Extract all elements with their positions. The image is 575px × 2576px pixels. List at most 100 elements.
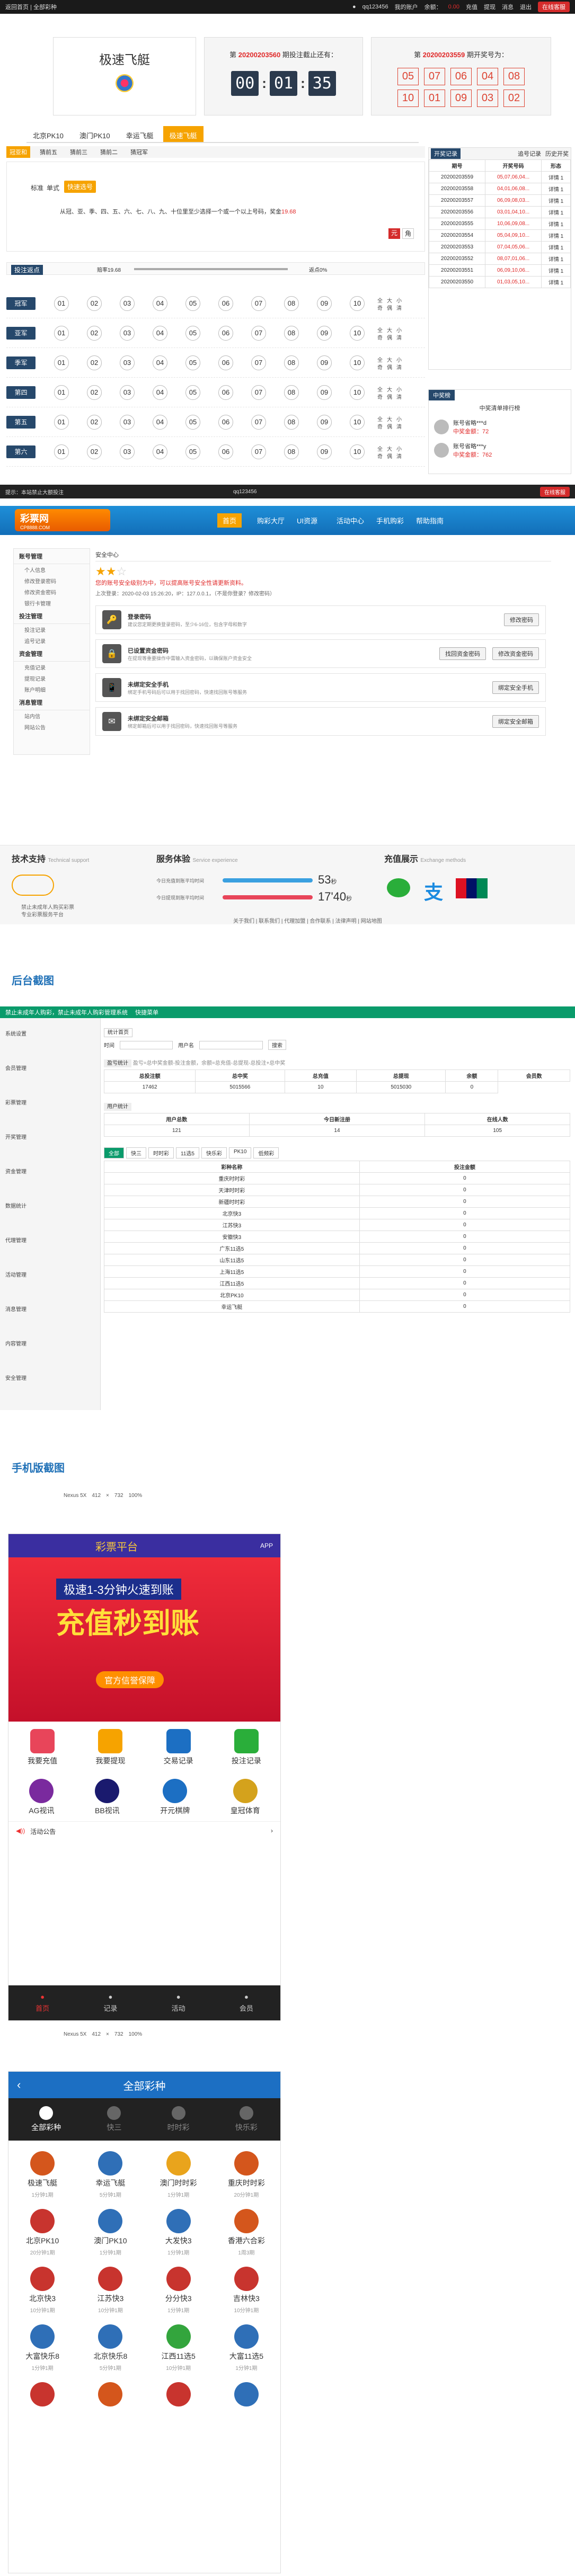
number-ball[interactable]: 01 <box>54 444 69 459</box>
number-ball[interactable]: 10 <box>350 385 365 400</box>
number-ball[interactable]: 04 <box>153 325 167 341</box>
lottery-item[interactable]: 极速飞艇 1分钟1期 <box>8 2151 76 2198</box>
history-tab[interactable]: 开奖记录 <box>431 148 461 159</box>
number-ball[interactable]: 07 <box>251 355 266 370</box>
number-ball[interactable]: 03 <box>120 444 135 459</box>
back-icon[interactable]: ‹ <box>17 2078 21 2092</box>
number-ball[interactable]: 06 <box>218 414 233 430</box>
number-ball[interactable]: 08 <box>284 296 299 311</box>
quick-pick-button[interactable]: 清 <box>394 422 404 430</box>
quick-pick-button[interactable]: 奇 <box>375 393 385 400</box>
site-logo[interactable]: 彩票网 CP8888.COM <box>15 509 110 531</box>
main-nav-item[interactable]: 手机购彩 <box>376 515 404 525</box>
quick-pick-button[interactable]: 偶 <box>385 422 394 430</box>
my-account-link[interactable]: 我的账户 <box>395 3 418 11</box>
play-subtab[interactable]: 猜前三 <box>67 146 91 158</box>
number-ball[interactable]: 05 <box>185 414 200 430</box>
standard-label[interactable]: 标准 <box>31 183 43 192</box>
quick-pick-button[interactable]: 偶 <box>385 304 394 311</box>
admin-menu-item[interactable]: 内容管理 <box>0 1339 100 1350</box>
quick-menu[interactable]: 快捷菜单 <box>135 1008 158 1017</box>
side-menu-item[interactable]: 账户明细 <box>14 684 90 695</box>
security-action-button[interactable]: 修改密码 <box>504 613 539 626</box>
number-ball[interactable]: 01 <box>54 325 69 341</box>
game-type-tab[interactable]: 快三 <box>126 1147 146 1158</box>
number-ball[interactable]: 10 <box>350 296 365 311</box>
number-ball[interactable]: 04 <box>153 355 167 370</box>
number-ball[interactable]: 01 <box>54 355 69 370</box>
quick-pick-button[interactable]: 清 <box>394 393 404 400</box>
lottery-item[interactable]: 香港六合彩 1周3期 <box>213 2209 280 2256</box>
lottery-tab[interactable]: 幸运飞艇 <box>120 126 160 142</box>
game-type-tab[interactable]: 全部 <box>104 1147 124 1158</box>
game-type-tab[interactable]: 11选5 <box>176 1147 199 1158</box>
username-input[interactable] <box>199 1040 263 1049</box>
side-menu-item[interactable]: 修改资金密码 <box>14 586 90 598</box>
top-links[interactable]: 返回首页 | 全部彩种 <box>5 3 57 11</box>
security-action-button[interactable]: 绑定安全邮箱 <box>492 715 539 728</box>
side-menu-item[interactable]: 个人信息 <box>14 564 90 575</box>
tabbar-item[interactable]: ● 活动 <box>172 1993 185 2013</box>
quick-pick-button[interactable]: 大 <box>385 296 394 304</box>
quick-pick-button[interactable]: 大 <box>385 415 394 423</box>
game-type-tab[interactable]: 快乐彩 <box>201 1147 227 1158</box>
lottery-item[interactable]: 分分快3 1分钟1期 <box>145 2267 213 2314</box>
number-ball[interactable]: 02 <box>87 414 102 430</box>
quick-pick-button[interactable]: 小 <box>394 326 404 334</box>
quick-pick-button[interactable]: 全 <box>375 296 385 304</box>
main-nav-item[interactable]: 帮助指南 <box>416 515 444 525</box>
admin-menu-item[interactable]: 会员管理 <box>0 1063 100 1074</box>
quick-action[interactable]: 我要提现 <box>95 1729 125 1766</box>
date-input[interactable] <box>120 1040 173 1049</box>
number-ball[interactable]: 06 <box>218 355 233 370</box>
number-ball[interactable]: 10 <box>350 444 365 459</box>
side-menu-item[interactable]: 提现记录 <box>14 673 90 684</box>
lottery-item[interactable]: 大富快乐8 1分钟1期 <box>8 2324 76 2372</box>
quick-pick-button[interactable]: 奇 <box>375 452 385 460</box>
game-type-tab[interactable]: PK10 <box>228 1147 252 1158</box>
play-subtab[interactable]: 猜前五 <box>37 146 60 158</box>
admin-menu-item[interactable]: 数据统计 <box>0 1201 100 1212</box>
bottom-service-button[interactable]: 在线客服 <box>540 486 570 497</box>
quick-pick-button[interactable]: 偶 <box>385 452 394 460</box>
quick-pick-button[interactable]: 大 <box>385 444 394 452</box>
side-menu-item[interactable]: 站内信 <box>14 710 90 721</box>
lottery-item[interactable]: 大富11选5 1分钟1期 <box>213 2324 280 2372</box>
number-ball[interactable]: 05 <box>185 444 200 459</box>
main-nav-item[interactable]: 购彩大厅 <box>257 515 285 525</box>
recharge-link[interactable]: 充值 <box>466 3 477 11</box>
game-type-tab[interactable]: 时时彩 <box>148 1147 174 1158</box>
number-ball[interactable]: 01 <box>54 385 69 400</box>
number-ball[interactable]: 05 <box>185 296 200 311</box>
play-subtab[interactable]: 猜前二 <box>97 146 121 158</box>
side-menu-item[interactable]: 充值记录 <box>14 662 90 673</box>
game-shortcut[interactable]: 开元棋牌 <box>160 1779 190 1816</box>
number-ball[interactable]: 09 <box>317 355 332 370</box>
quick-pick-button[interactable]: 奇 <box>375 422 385 430</box>
quick-action[interactable]: 投注记录 <box>232 1729 261 1766</box>
number-ball[interactable]: 04 <box>153 385 167 400</box>
lottery-tab[interactable]: 北京PK10 <box>26 126 70 142</box>
game-type-tab[interactable]: 低频彩 <box>253 1147 279 1158</box>
number-ball[interactable]: 03 <box>120 414 135 430</box>
quick-pick-button[interactable]: 全 <box>375 444 385 452</box>
number-ball[interactable]: 09 <box>317 296 332 311</box>
number-ball[interactable]: 05 <box>185 325 200 341</box>
game-shortcut[interactable]: 皇冠体育 <box>231 1779 260 1816</box>
game-shortcut[interactable]: BB视讯 <box>95 1779 120 1816</box>
number-ball[interactable]: 06 <box>218 444 233 459</box>
quick-pick-button[interactable]: 快速选号 <box>64 181 96 193</box>
side-menu-item[interactable]: 修改登录密码 <box>14 575 90 586</box>
lottery-tab[interactable]: 极速飞艇 <box>163 126 204 142</box>
quick-pick-button[interactable]: 小 <box>394 385 404 393</box>
quick-action[interactable]: 交易记录 <box>164 1729 193 1766</box>
lottery-item[interactable]: 澳门时时彩 1分钟1期 <box>145 2151 213 2198</box>
admin-tab[interactable]: 统计首页 <box>104 1028 132 1037</box>
number-ball[interactable]: 06 <box>218 296 233 311</box>
number-ball[interactable]: 02 <box>87 296 102 311</box>
lottery-item[interactable] <box>145 2382 213 2411</box>
admin-menu-item[interactable]: 系统设置 <box>0 1029 100 1040</box>
quick-pick-button[interactable]: 清 <box>394 452 404 460</box>
lottery-item[interactable]: 北京PK10 20分钟1期 <box>8 2209 76 2256</box>
main-nav-item[interactable]: UI资源 <box>297 515 317 525</box>
